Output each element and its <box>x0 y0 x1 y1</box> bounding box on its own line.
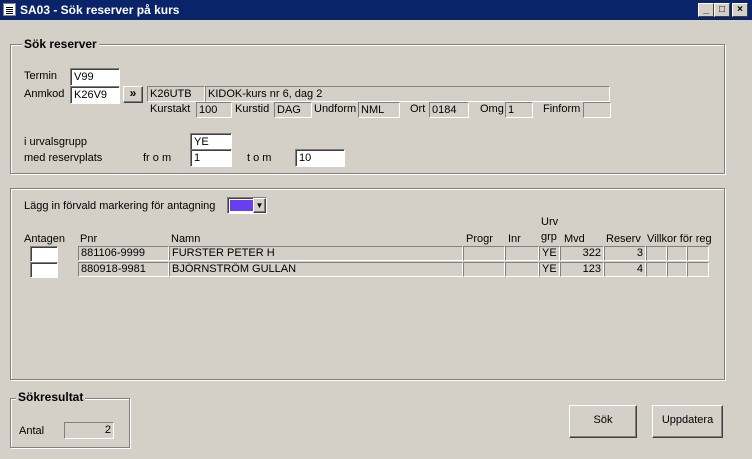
antal-label: Antal <box>19 425 45 437</box>
cell-progr <box>463 262 505 277</box>
cell-villkor-1 <box>646 262 667 277</box>
maximize-icon: □ <box>718 4 726 15</box>
marking-label: Lägg in förvald markering för antagning <box>24 200 216 212</box>
close-button[interactable]: × <box>732 3 748 17</box>
lookup-button[interactable]: » <box>123 86 143 103</box>
result-group-title: Sökresultat <box>16 390 86 404</box>
header-grp: grp <box>541 231 557 243</box>
marking-color-select[interactable]: ▼ <box>227 197 267 214</box>
urvalsgrupp-label: i urvalsgrupp <box>24 136 87 148</box>
cell-reserv: 3 <box>604 246 646 261</box>
minimize-button[interactable]: _ <box>698 3 714 17</box>
update-button[interactable]: Uppdatera <box>652 405 723 438</box>
header-inr: Inr <box>508 233 521 245</box>
marking-color-swatch <box>230 200 254 211</box>
cell-villkor-1 <box>646 246 667 261</box>
cell-mvd: 123 <box>560 262 604 277</box>
cell-progr <box>463 246 505 261</box>
header-namn: Namn <box>171 233 201 245</box>
header-reserv: Reserv <box>606 233 641 245</box>
antal-value: 2 <box>64 422 114 439</box>
anmkod-label: Anmkod <box>24 88 65 100</box>
cell-namn: FURSTER PETER H <box>169 246 463 261</box>
from-field[interactable]: 1 <box>190 149 232 167</box>
maximize-button[interactable]: □ <box>714 3 730 17</box>
window-title: SA03 - Sök reserver på kurs <box>20 3 180 17</box>
anmkod-field[interactable]: K26V9 <box>70 86 120 104</box>
chevron-down-icon[interactable]: ▼ <box>253 198 266 213</box>
header-pnr: Pnr <box>80 233 98 245</box>
header-urv: Urv <box>541 216 559 228</box>
search-group-title: Sök reserver <box>22 37 99 51</box>
cell-villkor-3 <box>687 246 709 261</box>
finform-label: Finform <box>543 103 581 115</box>
reservplats-label: med reservplats <box>24 152 103 164</box>
cell-villkor-3 <box>687 262 709 277</box>
app-icon <box>3 3 16 16</box>
cell-urv: YE <box>539 262 560 277</box>
cell-inr <box>505 246 539 261</box>
list-group <box>10 188 725 380</box>
tom-label: t o m <box>247 152 272 164</box>
undform-value: NML <box>358 102 400 118</box>
kurstid-value: DAG <box>274 102 312 118</box>
cell-pnr: 880918-9981 <box>78 262 169 277</box>
header-antagen: Antagen <box>24 233 65 245</box>
cell-pnr: 881106-9999 <box>78 246 169 261</box>
ort-value: 0184 <box>429 102 469 118</box>
application-window: SA03 - Sök reserver på kurs _ □ × Sök re… <box>0 0 752 459</box>
cell-reserv: 4 <box>604 262 646 277</box>
finform-value <box>583 102 611 118</box>
cell-mvd: 322 <box>560 246 604 261</box>
cell-namn: BJÖRNSTRÖM GULLAN <box>169 262 463 277</box>
omg-label: Omg <box>480 103 504 115</box>
undform-label: Undform <box>314 103 357 115</box>
kurstakt-label: Kurstakt <box>150 103 191 115</box>
omg-value: 1 <box>505 102 533 118</box>
title-bar: SA03 - Sök reserver på kurs _ □ × <box>0 0 752 20</box>
antagen-checkbox[interactable] <box>30 262 58 278</box>
close-icon: × <box>737 4 743 15</box>
cell-inr <box>505 262 539 277</box>
ort-label: Ort <box>410 103 426 115</box>
header-progr: Progr <box>466 233 493 245</box>
from-label: fr o m <box>143 152 172 164</box>
search-button[interactable]: Sök <box>569 405 637 438</box>
cell-villkor-2 <box>667 246 687 261</box>
cell-urv: YE <box>539 246 560 261</box>
course-code: K26UTB <box>147 86 205 102</box>
course-name: KIDOK-kurs nr 6, dag 2 <box>205 86 610 102</box>
termin-label: Termin <box>24 70 58 82</box>
tom-field[interactable]: 10 <box>295 149 345 167</box>
header-mvd: Mvd <box>564 233 585 245</box>
kurstakt-value: 100 <box>196 102 232 118</box>
antagen-checkbox[interactable] <box>30 246 58 262</box>
cell-villkor-2 <box>667 262 687 277</box>
header-villkor: Villkor för reg <box>647 233 712 245</box>
termin-field[interactable]: V99 <box>70 68 120 86</box>
kurstid-label: Kurstid <box>235 103 270 115</box>
minimize-icon: _ <box>703 4 709 15</box>
